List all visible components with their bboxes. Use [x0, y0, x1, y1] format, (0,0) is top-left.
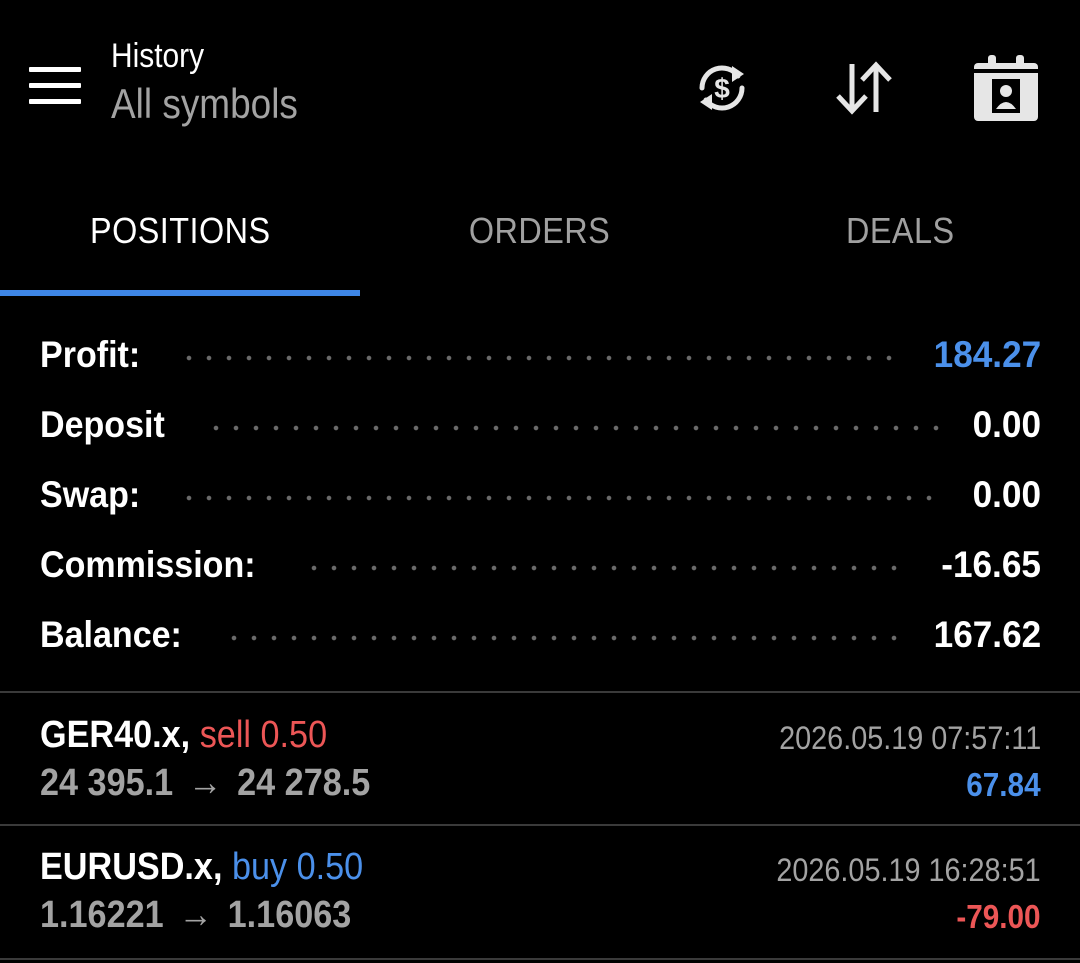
summary-row-deposit: Deposit 0.00 [40, 390, 1041, 460]
dotted-leader [304, 565, 907, 571]
close-price: 24 278.5 [237, 762, 371, 804]
history-summary: Profit: 184.27 Deposit 0.00 Swap: 0.00 C… [40, 320, 1041, 670]
position-symbol: EURUSD.x [40, 846, 213, 888]
position-side: sell [199, 714, 252, 756]
title-block[interactable]: History All symbols [111, 36, 323, 129]
separator [251, 714, 261, 756]
dotted-leader [178, 495, 939, 501]
dotted-leader [205, 425, 939, 431]
app-header: History All symbols $ [0, 0, 1080, 175]
separator: , [212, 846, 232, 888]
summary-row-commission: Commission: -16.65 [40, 530, 1041, 600]
list-divider [0, 824, 1080, 826]
sort-button[interactable] [826, 50, 902, 126]
summary-label: Profit: [40, 334, 141, 375]
arrow-right-icon: → [178, 762, 232, 804]
open-price: 24 395.1 [40, 762, 174, 804]
position-header: EURUSD.x, buy 0.50 [40, 846, 363, 889]
sort-icon [836, 61, 892, 115]
separator: , [180, 714, 200, 756]
tab-deals[interactable]: DEALS [720, 180, 1080, 296]
currency-exchange-icon: $ [699, 65, 745, 111]
summary-label: Swap: [40, 474, 141, 515]
dotted-leader [178, 355, 898, 361]
page-title: History [111, 37, 205, 75]
calendar-button[interactable] [968, 50, 1044, 126]
position-header: GER40.x, sell 0.50 [40, 714, 327, 757]
list-divider [0, 958, 1080, 960]
summary-value-swap: 0.00 [972, 474, 1041, 515]
position-symbol: GER40.x [40, 714, 181, 756]
tab-label: ORDERS [469, 210, 611, 251]
position-volume: 0.50 [296, 846, 364, 888]
position-profit: -79.00 [956, 898, 1041, 935]
history-tabs: POSITIONS ORDERS DEALS [0, 180, 1080, 296]
svg-text:$: $ [714, 73, 730, 104]
arrow-right-icon: → [169, 894, 223, 936]
position-row[interactable]: EURUSD.x, buy 0.50 1.16221 → 1.16063 202… [40, 832, 1041, 962]
summary-value-balance: 167.62 [933, 614, 1041, 655]
active-tab-indicator [0, 290, 360, 296]
summary-row-balance: Balance: 167.62 [40, 600, 1041, 670]
summary-value-profit: 184.27 [933, 334, 1041, 375]
summary-label: Balance: [40, 614, 182, 655]
tab-orders[interactable]: ORDERS [360, 180, 720, 296]
summary-value-commission: -16.65 [941, 544, 1041, 585]
position-time: 2026.05.19 16:28:51 [776, 852, 1041, 888]
menu-button[interactable] [22, 56, 88, 116]
separator [287, 846, 297, 888]
position-prices: 1.16221 → 1.16063 [40, 894, 351, 937]
tab-label: DEALS [845, 210, 955, 251]
position-profit: 67.84 [966, 766, 1041, 803]
hamburger-menu-icon [29, 67, 81, 104]
summary-value-deposit: 0.00 [972, 404, 1041, 445]
summary-row-profit: Profit: 184.27 [40, 320, 1041, 390]
summary-row-swap: Swap: 0.00 [40, 460, 1041, 530]
position-row[interactable]: GER40.x, sell 0.50 24 395.1 → 24 278.5 2… [40, 700, 1041, 830]
list-divider [0, 691, 1080, 693]
currency-button[interactable]: $ [684, 50, 760, 126]
tab-positions[interactable]: POSITIONS [0, 180, 360, 296]
position-prices: 24 395.1 → 24 278.5 [40, 762, 370, 805]
summary-label: Commission: [40, 544, 256, 585]
tab-label: POSITIONS [89, 210, 271, 251]
symbol-filter[interactable]: All symbols [111, 79, 298, 129]
calendar-icon [974, 55, 1038, 121]
position-volume: 0.50 [260, 714, 328, 756]
position-time: 2026.05.19 07:57:11 [778, 720, 1041, 756]
open-price: 1.16221 [40, 894, 164, 936]
position-side: buy [231, 846, 288, 888]
close-price: 1.16063 [227, 894, 352, 936]
dotted-leader [224, 635, 898, 641]
summary-label: Deposit [40, 404, 165, 445]
